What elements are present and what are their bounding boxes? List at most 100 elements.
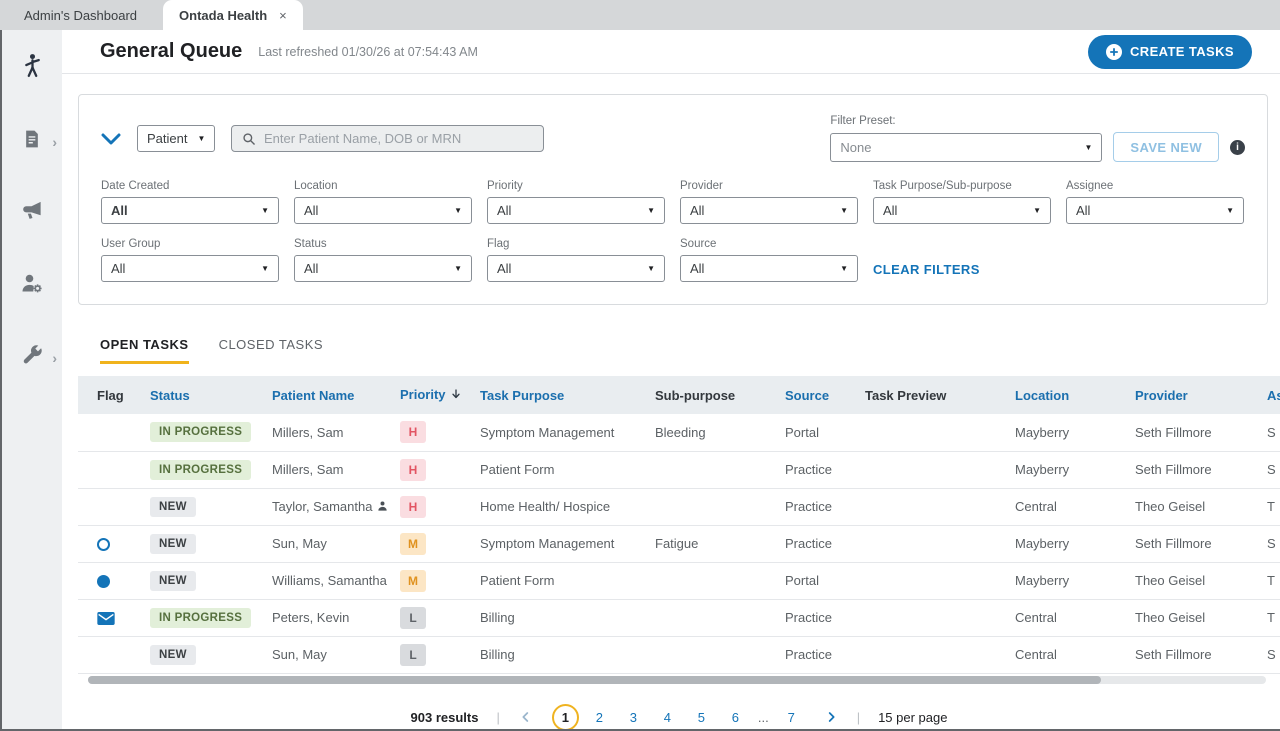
provider-cell: Seth Fillmore [1125,451,1257,488]
filter-dropdown[interactable]: All▼ [101,255,279,282]
column-header[interactable]: Task Purpose [470,376,645,414]
flag-open-circle-icon[interactable] [97,538,110,551]
task-row[interactable]: NEWWilliams, SamanthaMPatient FormPortal… [78,562,1280,599]
patient-name: Sun, May [272,536,327,551]
priority-cell: L [390,599,470,636]
status-cell: NEW [140,525,262,562]
sidebar-item-tools[interactable]: › [1,344,63,371]
filter-dropdown[interactable]: All▼ [680,255,858,282]
browser-tab-admins-dashboard[interactable]: Admin's Dashboard [24,0,145,30]
task-row[interactable]: NEWTaylor, SamanthaHHome Health/ Hospice… [78,488,1280,525]
status-cell: IN PROGRESS [140,451,262,488]
page-header: General Queue Last refreshed 01/30/26 at… [62,30,1280,74]
search-category-value: Patient [147,131,187,146]
column-header[interactable]: Status [140,376,262,414]
collapse-filters-icon[interactable] [101,132,121,146]
filter-dropdown[interactable]: All▼ [101,197,279,224]
column-header[interactable]: Assignee [1257,376,1280,414]
task-row[interactable]: NEWSun, MayMSymptom ManagementFatiguePra… [78,525,1280,562]
chevron-down-icon: ▼ [454,264,462,273]
filter-dropdown-value: All [111,203,128,218]
location-cell: Central [1005,488,1125,525]
scrollbar-thumb[interactable] [88,676,1101,684]
column-header[interactable]: Location [1005,376,1125,414]
filter-dropdown[interactable]: All ▼ [294,197,472,224]
filter-field: ProviderAll▼ [680,180,858,224]
task-purpose-cell: Billing [470,599,645,636]
column-header[interactable]: Priority [390,376,470,414]
filter-dropdown[interactable]: All▼ [680,197,858,224]
browser-tab-ontada-health[interactable]: Ontada Health × [163,0,303,30]
megaphone-icon [20,199,44,227]
next-page-icon[interactable] [823,709,839,725]
filter-dropdown-value: All [304,203,318,218]
page-button[interactable]: 6 [722,704,749,730]
info-icon[interactable]: i [1230,140,1245,155]
sidebar-item-user-admin[interactable] [1,271,63,300]
filter-field-label: Status [294,238,472,250]
page-button[interactable]: 7 [778,704,805,730]
patient-cell: Sun, May [262,525,390,562]
patient-cell: Millers, Sam [262,451,390,488]
assignee-cell: S [1257,451,1280,488]
filter-dropdown[interactable]: All▼ [487,197,665,224]
column-header-label: Source [785,388,829,403]
flag-filled-circle-icon[interactable] [97,575,110,588]
chevron-right-icon: › [52,350,57,366]
task-row[interactable]: NEWSun, MayLBillingPracticeCentralSeth F… [78,636,1280,673]
patient-cell: Taylor, Samantha [262,488,390,525]
status-badge: NEW [150,645,196,665]
filter-preset-dropdown[interactable]: None ▼ [830,133,1102,162]
filter-field: PriorityAll▼ [487,180,665,224]
filter-dropdown-value: All [883,203,897,218]
search-icon [242,132,256,146]
results-count: 903 results [411,710,479,725]
page-button[interactable]: 4 [654,704,681,730]
task-row[interactable]: IN PROGRESSPeters, KevinLBillingPractice… [78,599,1280,636]
column-header: Flag [78,376,140,414]
chevron-down-icon: ▼ [454,206,462,215]
filter-dropdown[interactable]: All▼ [1066,197,1244,224]
filter-dropdown[interactable]: All ▼ [294,255,472,282]
task-row[interactable]: IN PROGRESSMillers, SamHSymptom Manageme… [78,414,1280,451]
task-preview-cell [855,488,1005,525]
column-header[interactable]: Patient Name [262,376,390,414]
page-button[interactable]: 5 [688,704,715,730]
page-ellipsis: ... [756,710,771,725]
filter-dropdown[interactable]: All▼ [487,255,665,282]
task-row[interactable]: IN PROGRESSMillers, SamHPatient FormPrac… [78,451,1280,488]
tab-open-tasks[interactable]: OPEN TASKS [100,337,189,364]
filter-dropdown[interactable]: All ▼ [873,197,1051,224]
column-header[interactable]: Source [775,376,855,414]
previous-page-icon[interactable] [518,709,534,725]
sidebar-item-announcements[interactable] [1,199,63,227]
task-purpose-cell: Billing [470,636,645,673]
priority-cell: H [390,414,470,451]
tab-closed-tasks[interactable]: CLOSED TASKS [219,337,324,364]
save-new-button[interactable]: SAVE NEW [1113,132,1219,162]
task-purpose-cell: Symptom Management [470,525,645,562]
column-header[interactable]: Provider [1125,376,1257,414]
create-tasks-button[interactable]: CREATE TASKS [1088,35,1252,69]
chevron-right-icon: › [52,134,57,150]
page-button[interactable]: 1 [552,704,579,730]
filter-dropdown-value: All [304,261,318,276]
flag-envelope-icon[interactable] [97,612,115,625]
sidebar-item-patients[interactable] [1,52,63,84]
task-preview-cell [855,414,1005,451]
patient-name: Sun, May [272,647,327,662]
page-button[interactable]: 3 [620,704,647,730]
tab-close-icon[interactable]: × [279,8,287,23]
sidebar-item-documents[interactable]: › [1,128,63,155]
clear-filters-link[interactable]: CLEAR FILTERS [873,262,980,277]
sub-purpose-cell: Bleeding [645,414,775,451]
search-category-dropdown[interactable]: Patient ▼ [137,125,215,152]
priority-cell: H [390,451,470,488]
source-cell: Practice [775,636,855,673]
page-button[interactable]: 2 [586,704,613,730]
sort-desc-icon [450,388,462,403]
assignee-cell: S [1257,414,1280,451]
chevron-down-icon: ▼ [1033,206,1041,215]
priority-badge: H [400,459,426,481]
patient-search-input[interactable] [264,131,533,146]
